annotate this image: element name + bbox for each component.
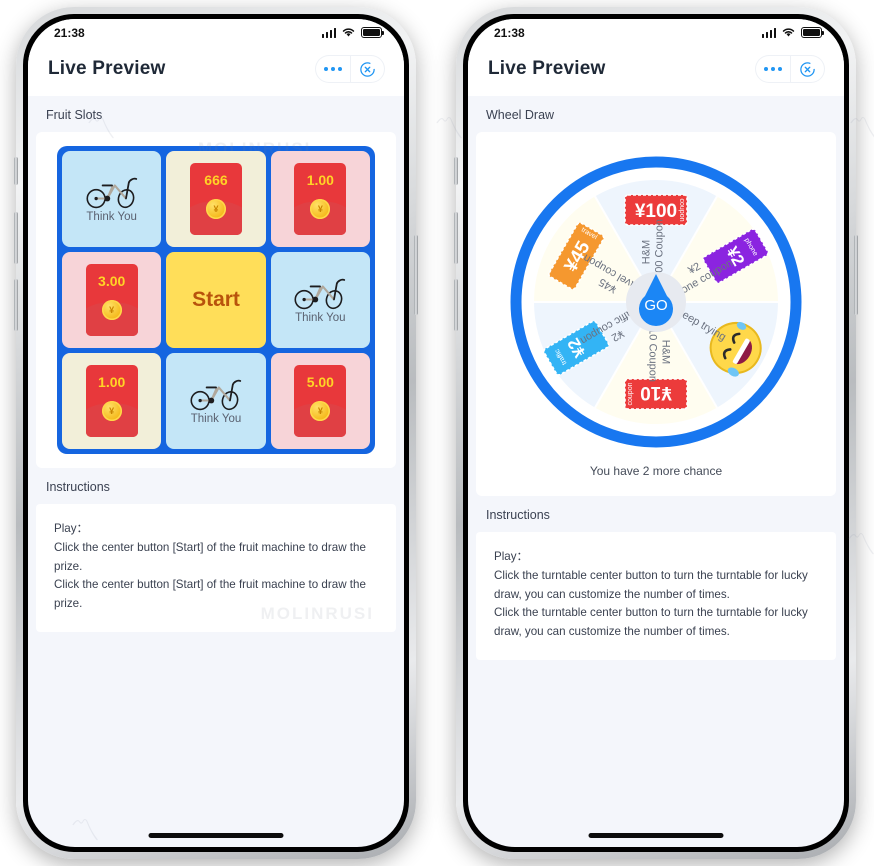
status-bar-right: 21:38 [468,19,844,46]
wifi-icon [342,28,355,37]
status-bar-left: 21:38 [28,19,404,46]
svg-text:¥10: ¥10 [640,382,672,403]
ellipsis-icon [324,67,342,71]
volume-down-button[interactable] [14,279,18,331]
go-button[interactable]: GO [627,273,685,331]
envelope-amount: 1.00 [306,172,334,188]
red-envelope-icon: 1.00 ¥ [294,163,347,235]
red-envelope-icon: 1.00 ¥ [85,365,138,437]
envelope-amount: 666 [204,172,228,188]
bicycle-icon [190,379,242,411]
slot-cell-2[interactable]: 1.00 ¥ [270,151,370,247]
gold-coin-icon: ¥ [205,199,226,219]
more-options-button[interactable] [316,56,350,82]
red-envelope-icon: 5.00 ¥ [294,365,347,437]
instructions-box-left: Play： Click the center button [Start] of… [36,504,396,632]
gold-coin-icon: ¥ [101,401,122,421]
gold-coin-icon: ¥ [101,300,122,320]
envelope-amount: 1.00 [98,374,126,390]
instructions-text-left: Play： Click the center button [Start] of… [54,522,366,611]
slot-cell-5[interactable]: Think You [270,252,370,348]
bicycle-icon [86,177,137,209]
close-preview-button[interactable] [790,56,824,82]
silent-switch[interactable] [454,157,458,185]
start-button-label: Start [192,288,240,311]
cellular-signal-icon [761,28,776,38]
slot-label: Think You [86,211,137,223]
gold-coin-icon: ¥ [310,199,331,219]
slot-cell-3[interactable]: 3.00 ¥ [62,252,162,348]
instructions-text-right: Play： Click the turntable center button … [494,550,808,639]
close-circle-icon [360,61,375,77]
ellipsis-icon [764,67,782,71]
instructions-label-left: Instructions [28,468,404,504]
prize-wheel[interactable]: ¥45 travel ¥45 Travel coupon ¥100 coupon H&M ¥1… [506,152,806,452]
wheel-prize-icon-4: ¥10 coupon [624,378,688,410]
svg-text:GO: GO [644,297,667,314]
app-header-left: Live Preview [28,46,404,96]
wifi-icon [782,28,795,37]
battery-icon [361,27,384,38]
screen-left: 21:38 Live Preview Fruit Slots Think You… [28,19,404,847]
slot-cell-8[interactable]: 5.00 ¥ [270,353,370,449]
silent-switch[interactable] [14,157,18,185]
phone-bezel-left: 21:38 Live Preview Fruit Slots Think You… [23,14,409,852]
volume-down-button[interactable] [454,279,458,331]
fruit-slots-grid: Think You 666 ¥1.00 ¥3.00 ¥ Start Think You 1.0… [57,146,375,454]
home-indicator[interactable] [588,833,724,838]
status-indicators [761,27,824,38]
fruit-slots-panel: MOLINRUSI Think You666¥1.00¥3.00¥StartTh… [36,132,396,468]
svg-text:H&M: H&M [660,340,672,364]
page-title: Live Preview [48,58,166,79]
wheel-wrapper: ¥45 travel ¥45 Travel coupon ¥100 coupon H&M ¥1… [486,146,826,482]
more-options-button[interactable] [756,56,790,82]
screen-right: 21:38 Live Preview Wheel Draw ¥45 travel… [468,19,844,847]
close-preview-button[interactable] [350,56,384,82]
power-button[interactable] [854,235,858,315]
app-header-right: Live Preview [468,46,844,96]
battery-icon [801,27,824,38]
close-circle-icon [800,61,815,77]
phone-right: 21:38 Live Preview Wheel Draw ¥45 travel… [454,7,858,859]
slot-cell-4[interactable]: Start [166,252,266,348]
slot-cell-6[interactable]: 1.00 ¥ [62,353,162,449]
remaining-chances-text: You have 2 more chance [589,464,723,478]
slot-label: Think You [295,312,346,324]
volume-up-button[interactable] [454,212,458,264]
status-time: 21:38 [494,25,525,40]
status-indicators [321,27,384,38]
power-button[interactable] [414,235,418,315]
wheel-draw-panel: ¥45 travel ¥45 Travel coupon ¥100 coupon H&M ¥1… [476,132,836,496]
header-actions [316,56,384,82]
page-title: Live Preview [488,58,606,79]
home-indicator[interactable] [148,833,284,838]
header-actions [756,56,824,82]
phone-left: 21:38 Live Preview Fruit Slots Think You… [14,7,418,859]
section-label-fruit-slots: Fruit Slots [28,96,404,132]
gold-coin-icon: ¥ [310,401,331,421]
status-time: 21:38 [54,25,85,40]
cellular-signal-icon [321,28,336,38]
red-envelope-icon: 666 ¥ [189,163,242,235]
svg-text:H&M: H&M [641,240,653,264]
instructions-label-right: Instructions [468,496,844,532]
bicycle-icon [294,278,346,310]
envelope-amount: 3.00 [98,273,126,289]
instructions-box-right: Play： Click the turntable center button … [476,532,836,660]
svg-text:coupon: coupon [627,382,634,405]
volume-up-button[interactable] [14,212,18,264]
svg-text:¥100: ¥100 [635,201,677,222]
red-envelope-icon: 3.00 ¥ [85,264,138,336]
slot-cell-7[interactable]: Think You [166,353,266,449]
phone-bezel-right: 21:38 Live Preview Wheel Draw ¥45 travel… [463,14,849,852]
envelope-amount: 5.00 [306,374,334,390]
go-button-icon: GO [639,274,673,326]
svg-text:coupon: coupon [678,199,685,222]
slot-cell-1[interactable]: 666 ¥ [166,151,266,247]
slot-cell-0[interactable]: Think You [62,151,162,247]
slot-label: Think You [190,413,242,425]
screenshot-stage: 21:38 Live Preview Fruit Slots Think You… [0,0,874,866]
section-label-wheel-draw: Wheel Draw [468,96,844,132]
